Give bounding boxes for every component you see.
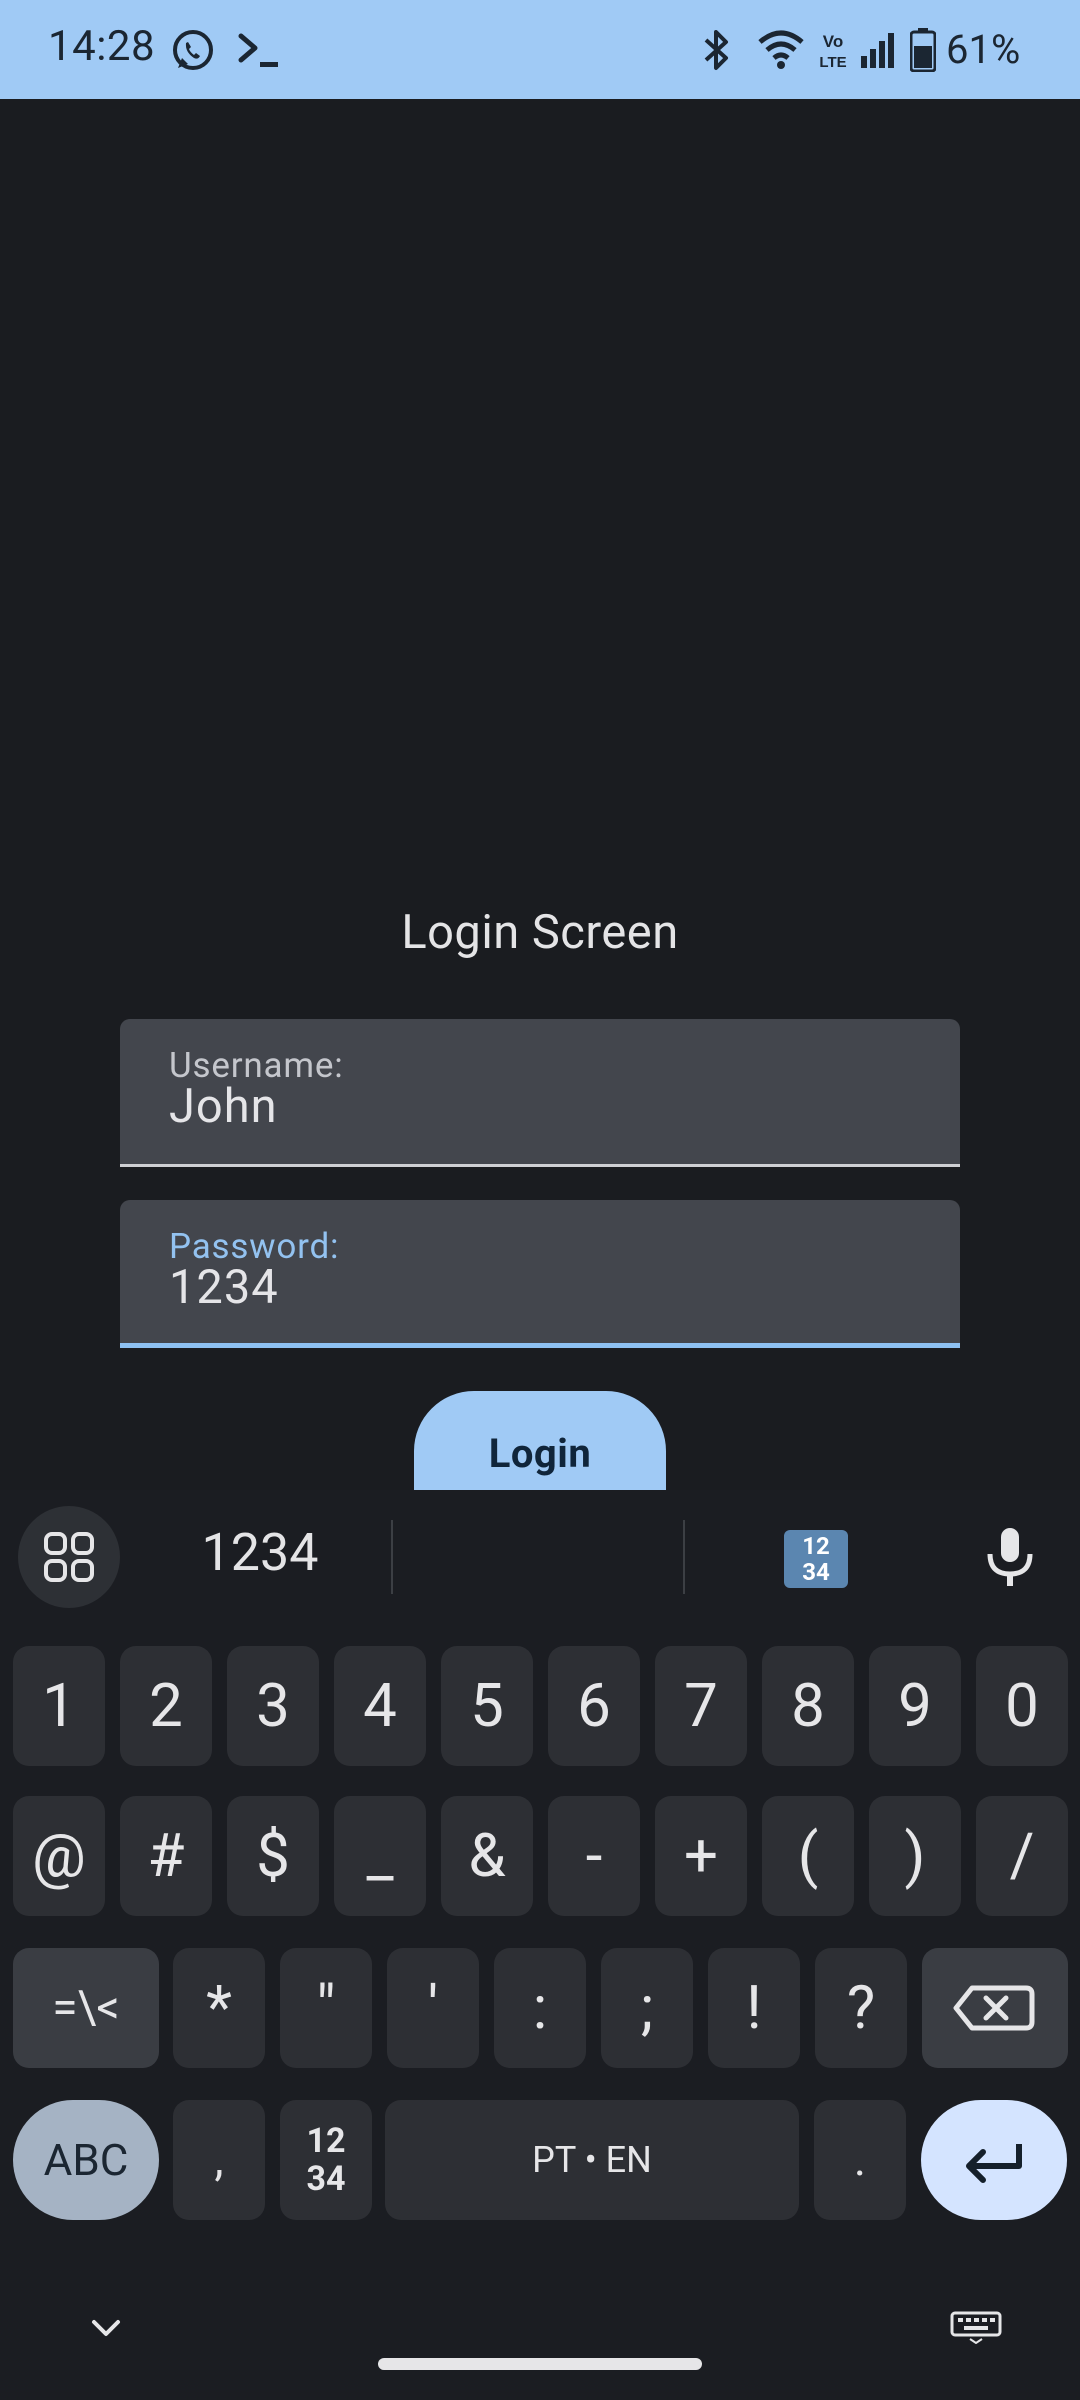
key-double-quote[interactable]: ": [280, 1948, 372, 2068]
keyboard-apps-button[interactable]: [18, 1506, 120, 1608]
key-ampersand[interactable]: &: [441, 1796, 533, 1916]
svg-text:Vo: Vo: [823, 32, 843, 51]
signal-icon: [861, 33, 894, 68]
space-key[interactable]: PT • EN: [385, 2100, 799, 2220]
microphone-button[interactable]: [980, 1524, 1040, 1590]
key-slash[interactable]: /: [976, 1796, 1068, 1916]
key-open-paren[interactable]: (: [762, 1796, 854, 1916]
suggestion-item[interactable]: 1234: [150, 1522, 370, 1583]
backspace-icon: [953, 1985, 1035, 2031]
key-3[interactable]: 3: [227, 1646, 319, 1766]
key-4[interactable]: 4: [334, 1646, 426, 1766]
key-2[interactable]: 2: [120, 1646, 212, 1766]
whatsapp-icon: [173, 30, 213, 70]
grid-icon: [44, 1532, 94, 1582]
key-at[interactable]: @: [13, 1796, 105, 1916]
key-period[interactable]: .: [814, 2100, 906, 2220]
keyboard: 1234 12 34 1 2 3 4 5 6 7 8 9 0 @ # $ _ &…: [0, 1490, 1080, 2400]
key-single-quote[interactable]: ': [387, 1948, 479, 2068]
key-question[interactable]: ?: [815, 1948, 907, 2068]
password-field[interactable]: Password: 1234: [120, 1200, 960, 1348]
key-underscore[interactable]: _: [334, 1796, 426, 1916]
key-exclamation[interactable]: !: [708, 1948, 800, 2068]
battery-percent: 61%: [946, 26, 1021, 73]
username-value[interactable]: John: [169, 1079, 278, 1134]
microphone-icon: [987, 1528, 1033, 1586]
key-7[interactable]: 7: [655, 1646, 747, 1766]
bluetooth-icon: [704, 30, 728, 70]
key-1[interactable]: 1: [13, 1646, 105, 1766]
numbers-emoji-label: 12 34: [802, 1532, 830, 1586]
key-0[interactable]: 0: [976, 1646, 1068, 1766]
key-9[interactable]: 9: [869, 1646, 961, 1766]
page-title: Login Screen: [401, 905, 679, 960]
key-comma[interactable]: ,: [173, 2100, 265, 2220]
suggestion-divider: [683, 1520, 685, 1594]
key-8[interactable]: 8: [762, 1646, 854, 1766]
backspace-key[interactable]: [922, 1948, 1068, 2068]
hide-keyboard-icon[interactable]: [86, 2308, 126, 2348]
suggestion-divider: [391, 1520, 393, 1594]
key-more-symbols[interactable]: =\<: [13, 1948, 159, 2068]
key-hash[interactable]: #: [120, 1796, 212, 1916]
home-indicator[interactable]: [378, 2358, 702, 2370]
key-plus[interactable]: +: [655, 1796, 747, 1916]
key-close-paren[interactable]: ): [869, 1796, 961, 1916]
key-6[interactable]: 6: [548, 1646, 640, 1766]
key-dollar[interactable]: $: [227, 1796, 319, 1916]
key-5[interactable]: 5: [441, 1646, 533, 1766]
suggestion-bar: 1234 12 34: [0, 1490, 1080, 1626]
key-colon[interactable]: :: [494, 1948, 586, 2068]
abc-key[interactable]: ABC: [13, 2100, 159, 2220]
battery-icon: [910, 28, 936, 72]
status-time: 14:28: [48, 22, 156, 71]
wifi-icon: [758, 30, 804, 69]
terminal-icon: [238, 33, 278, 67]
status-bar: 14:28 Vo LTE 61%: [0, 0, 1080, 99]
key-asterisk[interactable]: *: [173, 1948, 265, 2068]
keyboard-switch-icon[interactable]: [950, 2310, 1002, 2344]
login-button[interactable]: Login: [414, 1391, 666, 1491]
svg-text:LTE: LTE: [819, 54, 846, 71]
numpad-key[interactable]: 12 34: [280, 2100, 372, 2220]
password-value[interactable]: 1234: [169, 1260, 279, 1315]
volte-icon: Vo LTE: [819, 32, 846, 71]
enter-icon: [966, 2144, 1022, 2183]
key-minus[interactable]: -: [548, 1796, 640, 1916]
numbers-emoji-suggestion[interactable]: 12 34: [784, 1530, 848, 1588]
username-field[interactable]: Username: John: [120, 1019, 960, 1167]
enter-key[interactable]: [921, 2100, 1067, 2220]
key-semicolon[interactable]: ;: [601, 1948, 693, 2068]
